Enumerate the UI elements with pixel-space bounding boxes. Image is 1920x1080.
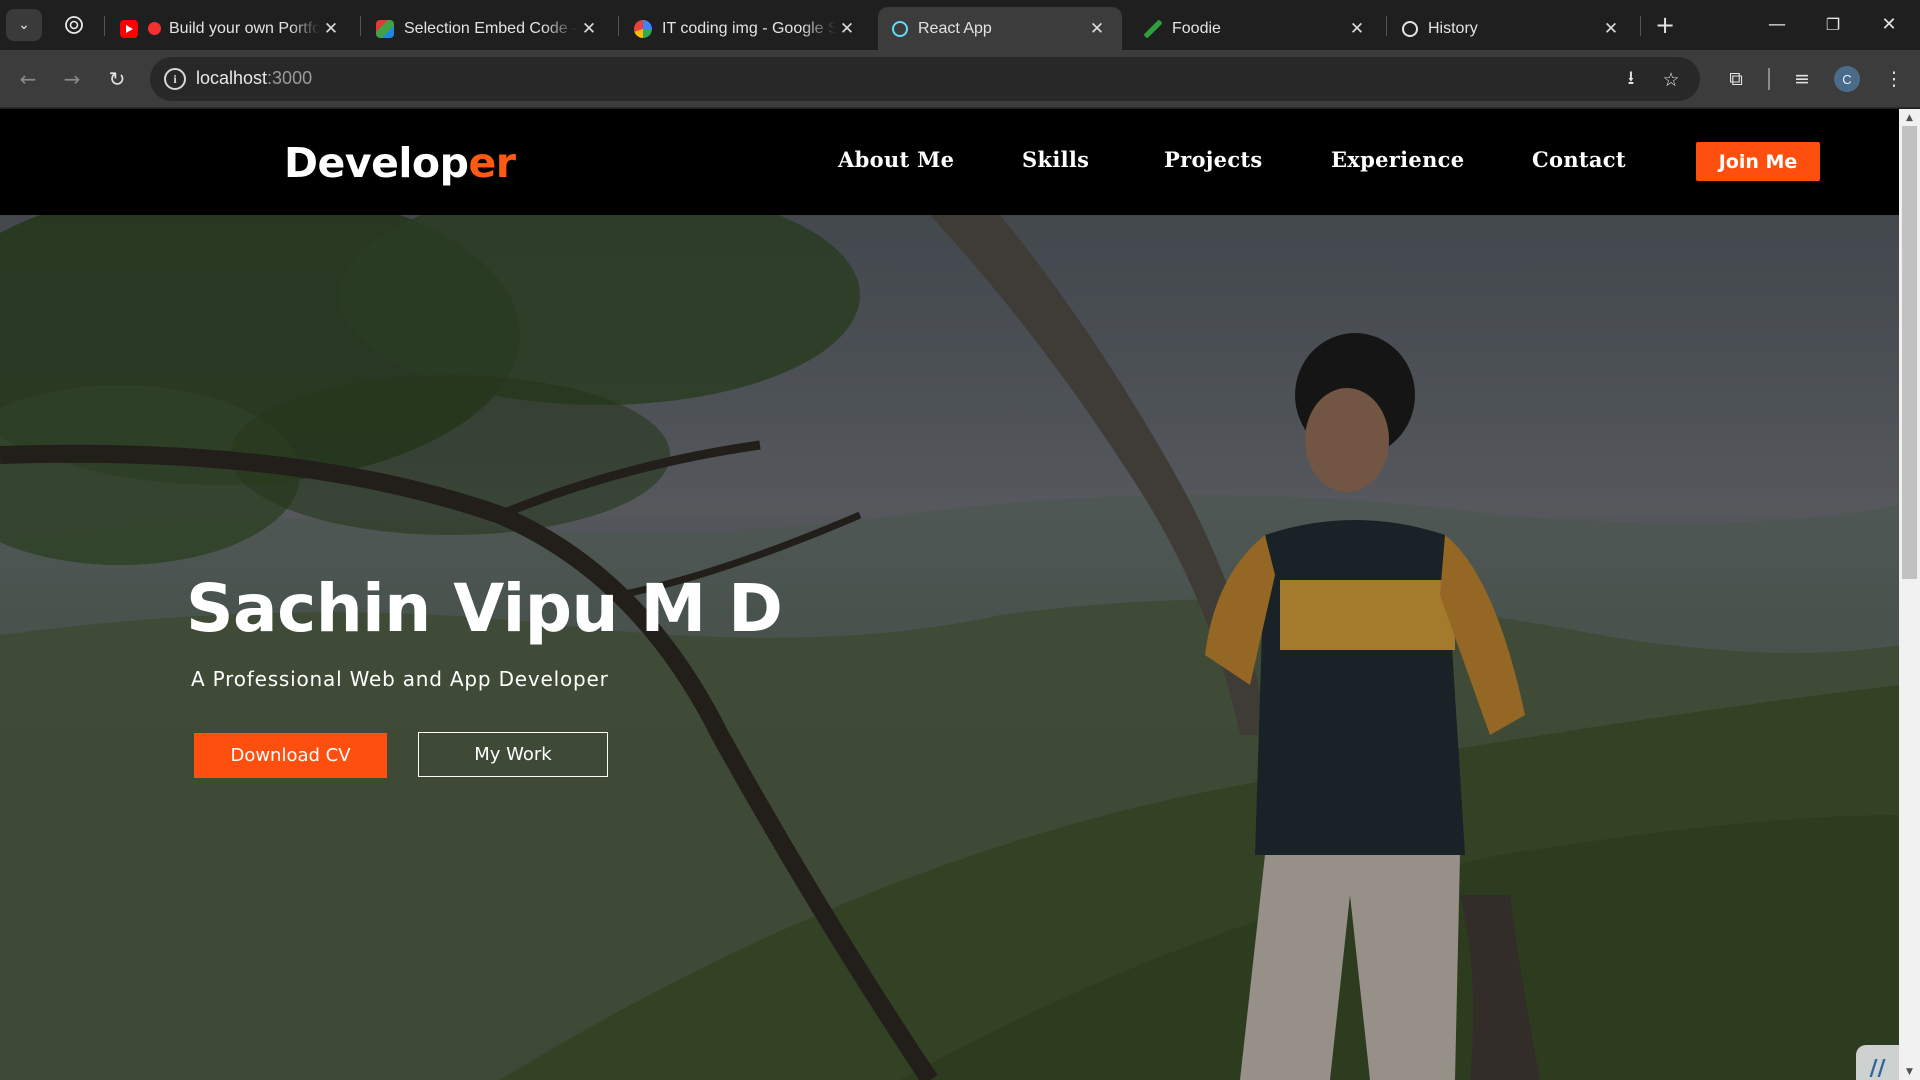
nav-contact[interactable]: Contact [1532, 147, 1626, 172]
bookmark-star-icon[interactable]: ☆ [1658, 67, 1684, 93]
tab-separator [104, 16, 105, 36]
tab-selection-embed[interactable]: Selection Embed Code - ( ✕ [362, 7, 614, 50]
floating-widget-button[interactable]: ∕∕ [1856, 1045, 1899, 1080]
install-app-icon[interactable]: ⭳ [1618, 67, 1644, 93]
url-host: localhost [196, 68, 268, 88]
minimize-icon: — [1768, 13, 1786, 35]
reload-icon: ↻ [108, 67, 126, 91]
google-icon [634, 19, 652, 38]
hero-subtitle: A Professional Web and App Developer [191, 667, 609, 691]
url-text[interactable]: localhost:3000 [196, 68, 312, 89]
close-icon[interactable]: ✕ [578, 19, 600, 39]
close-icon[interactable]: ✕ [320, 19, 342, 39]
tab-separator [618, 16, 619, 36]
new-tab-button[interactable]: + [1650, 10, 1680, 40]
arrow-right-icon: → [63, 67, 81, 91]
extensions-icon[interactable]: ⧉ [1720, 63, 1752, 95]
url-port: :3000 [267, 68, 313, 88]
minimize-button[interactable]: — [1754, 8, 1800, 40]
pinned-tab[interactable] [52, 9, 96, 41]
browser-toolbar: ← → ↻ i localhost:3000 ⭳ ☆ ⧉ ≡ ⋮ [0, 50, 1920, 108]
scrollbar-thumb[interactable] [1902, 126, 1917, 579]
nav-experience[interactable]: Experience [1331, 147, 1464, 172]
nav-skills[interactable]: Skills [1022, 147, 1089, 172]
zoho-icon [376, 19, 394, 38]
download-cv-button[interactable]: Download CV [194, 733, 387, 778]
close-icon[interactable]: ✕ [836, 19, 858, 39]
restore-button[interactable]: ❐ [1810, 8, 1856, 40]
react-icon [892, 20, 908, 37]
my-work-button[interactable]: My Work [418, 732, 608, 777]
youtube-icon [120, 19, 138, 38]
close-window-button[interactable]: ✕ [1866, 8, 1912, 40]
tab-separator [1640, 16, 1641, 36]
logo-main-text: Develop [284, 139, 469, 187]
tab-title: Foodie [1172, 19, 1221, 37]
address-bar[interactable]: i localhost:3000 ⭳ ☆ [150, 57, 1700, 101]
plus-icon: + [1654, 11, 1676, 39]
profile-avatar[interactable]: C [1834, 66, 1860, 92]
close-icon[interactable]: ✕ [1346, 19, 1368, 39]
scroll-down-arrow-icon[interactable]: ▼ [1899, 1063, 1920, 1080]
nav-projects[interactable]: Projects [1164, 147, 1263, 172]
toolbar-divider [1768, 68, 1770, 90]
reload-button[interactable]: ↻ [101, 63, 133, 95]
scroll-up-arrow-icon[interactable]: ▲ [1899, 109, 1920, 126]
hero-background-photo [0, 215, 1899, 1080]
tab-react-app[interactable]: React App ✕ [878, 7, 1122, 50]
tab-title: React App [918, 19, 992, 37]
tab-title: Selection Embed Code - ( [404, 19, 578, 37]
restore-icon: ❐ [1825, 14, 1841, 34]
back-button[interactable]: ← [12, 63, 44, 95]
close-icon: ✕ [1881, 13, 1897, 35]
join-me-button[interactable]: Join Me [1696, 142, 1820, 181]
forward-button[interactable]: → [56, 63, 88, 95]
tab-history[interactable]: History ✕ [1388, 7, 1636, 50]
tab-title: Build your own Portfo [169, 19, 320, 37]
tab-separator [360, 16, 361, 36]
tab-search-button[interactable]: ⌄ [6, 9, 42, 41]
info-icon[interactable]: i [164, 68, 186, 90]
hero-section: Sachin Vipu M D A Professional Web and A… [0, 215, 1899, 1080]
media-control-icon[interactable]: ≡ [1786, 63, 1818, 95]
menu-kebab-icon[interactable]: ⋮ [1878, 63, 1910, 95]
recording-dot-icon [148, 22, 161, 35]
page-viewport: Developer About Me Skills Projects Exper… [0, 109, 1899, 1080]
arrow-left-icon: ← [19, 67, 37, 91]
tab-youtube[interactable]: Build your own Portfo ✕ [106, 7, 356, 50]
openai-icon [65, 16, 83, 34]
chevron-down-icon: ⌄ [18, 17, 30, 33]
lightning-icon: ∕∕ [1869, 1055, 1886, 1080]
tab-strip: ⌄ Build your own Portfo ✕ Selection Embe… [0, 0, 1920, 50]
tab-separator [1386, 16, 1387, 36]
nav-about-me[interactable]: About Me [838, 147, 954, 172]
page-scrollbar[interactable]: ▲ ▼ [1899, 109, 1920, 1080]
tab-foodie[interactable]: Foodie ✕ [1130, 7, 1382, 50]
leaf-icon [1144, 19, 1162, 38]
tab-title: History [1428, 19, 1478, 37]
hero-name: Sachin Vipu M D [186, 570, 783, 647]
logo-accent-text: er [468, 139, 516, 187]
site-logo[interactable]: Developer [284, 139, 516, 187]
tab-google-search[interactable]: IT coding img - Google S ✕ [620, 7, 872, 50]
tab-title: IT coding img - Google S [662, 19, 836, 37]
history-icon [1402, 20, 1418, 37]
site-navbar: Developer About Me Skills Projects Exper… [0, 109, 1899, 215]
close-icon[interactable]: ✕ [1086, 19, 1108, 39]
close-icon[interactable]: ✕ [1600, 19, 1622, 39]
